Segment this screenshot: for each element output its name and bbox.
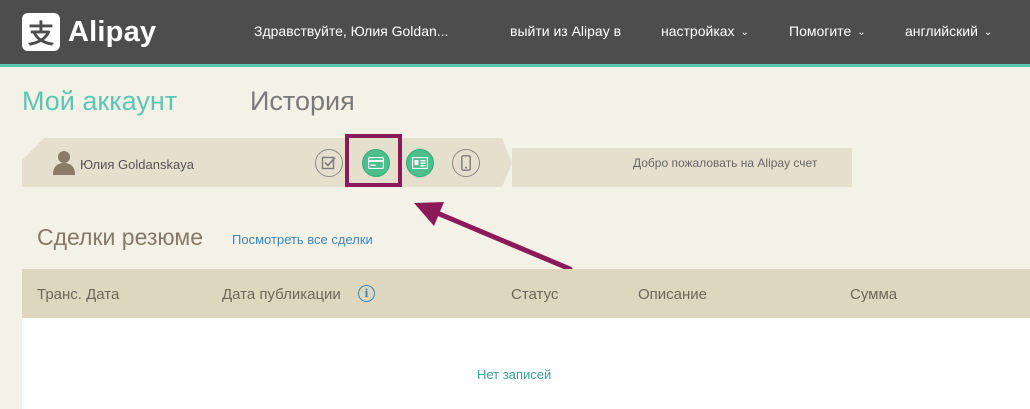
- logout-link[interactable]: выйти из Alipay в: [510, 23, 621, 39]
- view-all-transactions-link[interactable]: Посмотреть все сделки: [232, 232, 373, 247]
- checkbox-icon[interactable]: [315, 149, 343, 177]
- tab-history[interactable]: История: [250, 86, 355, 117]
- strip-arrow-decoration: [502, 138, 512, 187]
- transactions-summary-title: Сделки резюме: [37, 224, 203, 250]
- help-menu-label: Помогите: [789, 23, 852, 39]
- chevron-down-icon: ⌄: [983, 27, 993, 38]
- chevron-down-icon: ⌄: [740, 27, 749, 38]
- mobile-phone-icon[interactable]: [452, 149, 480, 177]
- id-card-icon[interactable]: [406, 149, 434, 177]
- language-menu[interactable]: английский ⌄: [905, 23, 992, 39]
- settings-menu-label: настройках: [661, 23, 735, 39]
- bank-card-icon[interactable]: [362, 149, 390, 177]
- column-header-status[interactable]: Статус: [511, 286, 558, 303]
- account-user-name: Юлия Goldanskaya: [80, 157, 194, 172]
- info-icon[interactable]: i: [358, 285, 375, 302]
- mobile-phone-glyph: [461, 155, 471, 171]
- help-menu[interactable]: Помогите ⌄: [789, 23, 866, 39]
- alipay-logo[interactable]: 支 Alipay: [22, 13, 156, 51]
- strip-corner-decoration: [22, 138, 44, 160]
- transactions-table-body: [22, 318, 1030, 409]
- chevron-down-icon: ⌄: [857, 27, 866, 38]
- alipay-logo-text: Alipay: [68, 15, 157, 48]
- language-menu-label: английский: [905, 23, 978, 39]
- column-header-publication-date[interactable]: Дата публикации: [222, 286, 341, 303]
- alipay-logo-icon: 支: [22, 13, 60, 51]
- bank-card-glyph: [368, 157, 384, 169]
- empty-state-message: Нет записей: [477, 367, 552, 382]
- user-greeting: Здравствуйте, Юлия Goldan...: [254, 23, 449, 39]
- header-accent-line: [0, 64, 1030, 67]
- column-header-description[interactable]: Описание: [638, 286, 707, 303]
- annotation-arrow-icon: [414, 202, 573, 272]
- settings-menu[interactable]: настройках ⌄: [661, 23, 749, 39]
- id-card-glyph: [412, 157, 428, 169]
- column-header-transaction-date[interactable]: Транс. Дата: [37, 286, 119, 303]
- welcome-text: Добро пожаловать на Alipay счет: [633, 156, 818, 170]
- user-avatar-icon: [53, 151, 75, 175]
- column-header-amount[interactable]: Сумма: [850, 286, 897, 303]
- tab-my-account[interactable]: Мой аккаунт: [22, 86, 177, 117]
- checkbox-glyph: [321, 156, 336, 170]
